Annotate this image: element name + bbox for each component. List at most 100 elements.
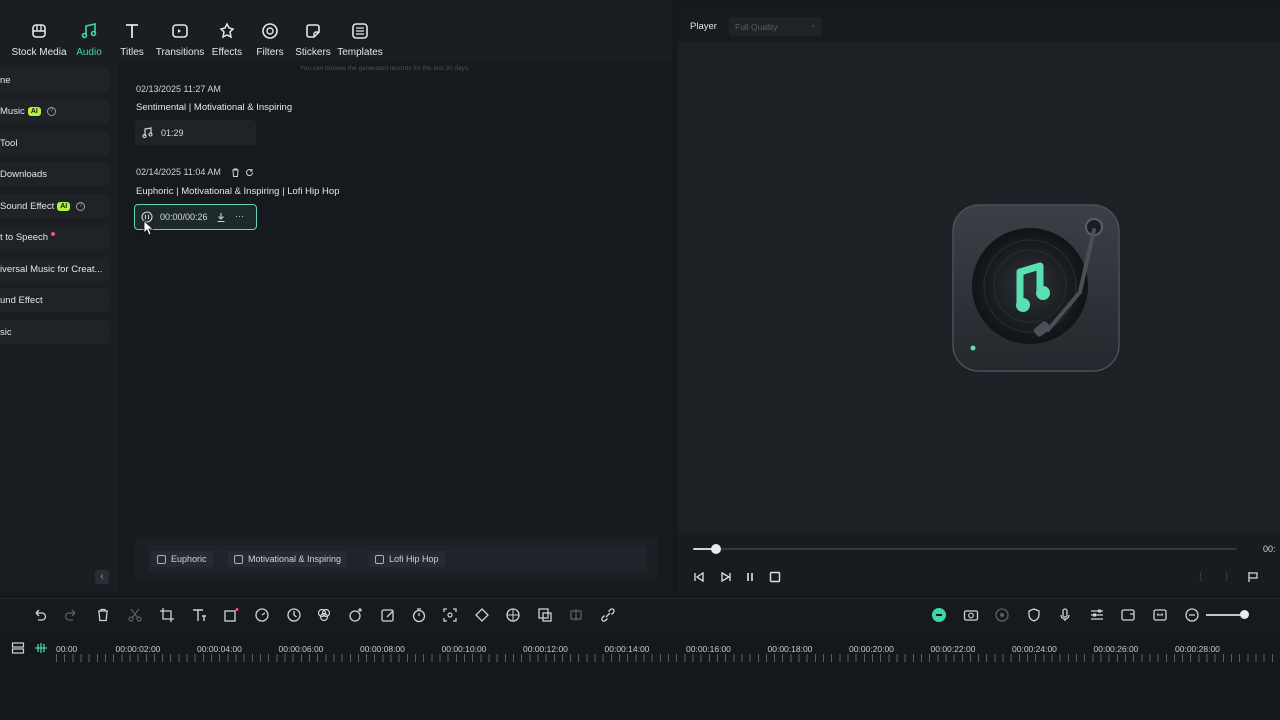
timer-button[interactable] [411,607,427,623]
shield-button[interactable] [1026,607,1042,623]
ruler-ticks [56,654,1280,662]
download-icon[interactable] [216,212,226,223]
ruler-time-label: 00:00:12:00 [523,644,568,654]
record-title: Euphoric | Motivational & Inspiring | Lo… [136,186,340,197]
track-manager-icon[interactable] [11,641,25,655]
sidebar-item-label: ne [0,74,11,86]
tag-euphoric[interactable]: Euphoric [151,551,213,567]
render-toggle-icon [932,608,946,622]
speed-button[interactable] [254,607,270,623]
tag-lofi-hip-hop[interactable]: Lofi Hip Hop [369,551,445,567]
mask-icon [506,608,520,622]
ruler-time-label: 00:00 [56,644,78,654]
smart-cutout-button[interactable] [442,607,458,623]
fit-timeline-button[interactable] [1152,607,1168,623]
stop-button[interactable] [768,570,782,584]
mark-in-button[interactable]: { [1199,571,1202,582]
redo-button[interactable] [63,607,79,623]
edit-button[interactable] [380,607,396,623]
ruler-time-label: 00:00:10:00 [441,644,487,654]
ruler-time-label: 00:00:20:00 [849,644,894,654]
voiceover-button[interactable] [1057,607,1073,623]
keyframe-button[interactable] [474,607,490,623]
trash-icon[interactable] [231,168,240,177]
delete-button[interactable] [95,607,111,623]
help-icon[interactable]: ? [76,201,86,211]
sidebar-item-music[interactable]: sic [0,320,109,344]
fit-width-icon [1153,609,1167,621]
unlink-icon [601,608,615,622]
color-button[interactable] [316,607,332,623]
render-button[interactable] [931,607,947,623]
chevron-down-icon: ⌄ [810,22,816,29]
clock-icon [287,608,301,622]
microphone-icon [1060,608,1070,621]
play-button[interactable] [718,570,732,584]
sidebar-item-text-to-speech[interactable]: t to Speech [0,225,109,249]
filters-icon [262,23,278,39]
sidebar-item-downloads[interactable]: Downloads [0,162,109,186]
transitions-icon [172,24,188,38]
step-back-icon [694,571,704,583]
sidebar-item-ai-sound-effect[interactable]: Sound Effect AI? [0,194,109,218]
pip-button[interactable] [537,607,553,623]
audio-clip[interactable]: 01:29 [135,120,256,145]
mask-button[interactable] [505,607,521,623]
quality-select[interactable]: Full Quality ⌄ [729,17,822,36]
pause-button[interactable] [743,570,757,584]
duration-button[interactable] [286,607,302,623]
sidebar-item-universal-music[interactable]: iversal Music for Creat... [0,257,109,281]
tab-templates[interactable]: Templates [325,22,395,58]
audio-mixer-button[interactable] [1089,607,1105,623]
layers-icon [538,608,552,622]
magnet-snap-icon[interactable] [34,641,48,655]
ruler-time-label: 00:00:06:00 [278,644,324,654]
edit-image-icon [381,609,394,622]
cut-button[interactable] [127,607,143,623]
ai-tool-button[interactable] [348,607,364,623]
player-timecode: 00: [1263,544,1276,554]
tag-icon [157,554,166,564]
snapshot-button[interactable] [963,607,979,623]
auto-sync-button[interactable] [994,607,1010,623]
marker-button[interactable] [1246,570,1260,584]
tag-motivational-inspiring[interactable]: Motivational & Inspiring [228,551,348,567]
templates-icon [352,23,368,39]
collapse-sidebar-button[interactable]: ‹ [95,570,109,584]
color-circles-icon [317,608,331,622]
scrubber-handle[interactable] [711,544,721,554]
stock-media-icon [32,24,46,38]
link-button[interactable] [600,607,616,623]
ruler-time-label: 00:00:22:00 [930,644,976,654]
ruler-time-label: 00:00:02:00 [115,644,161,654]
help-icon[interactable]: ? [46,106,56,116]
focus-frame-icon [443,608,457,622]
sidebar-item-sound-effect[interactable]: und Effect [0,288,109,312]
undo-button[interactable] [32,607,48,623]
target-icon [995,608,1009,622]
sidebar-item-label: sic [0,326,12,338]
regenerate-icon[interactable] [245,168,254,177]
sidebar-item-home[interactable]: ne [0,68,109,92]
zoom-slider-handle[interactable] [1240,610,1249,619]
camera-icon [963,610,979,621]
sidebar-item-label: Sound Effect [0,200,55,212]
crop-button[interactable] [159,607,175,623]
effects-icon [219,22,235,39]
mixer-icon [1091,609,1103,620]
previous-frame-button[interactable] [692,570,706,584]
sidebar-item-tool[interactable]: Tool [0,131,109,155]
split-button[interactable] [568,607,584,623]
zoom-out-button[interactable] [1184,607,1200,623]
more-options-button[interactable]: ··· [235,211,244,221]
playback-progress [693,548,712,550]
turntable-icon [952,204,1120,372]
mark-out-button[interactable]: } [1225,571,1228,582]
playback-scrubber[interactable] [693,548,1237,550]
storyboard-button[interactable] [1120,607,1136,623]
sidebar-item-ai-music[interactable]: Music AI? [0,99,109,123]
shape-button[interactable] [223,607,239,623]
player-label: Player [690,21,717,32]
tab-label: Templates [337,47,383,58]
text-button[interactable] [191,607,207,623]
